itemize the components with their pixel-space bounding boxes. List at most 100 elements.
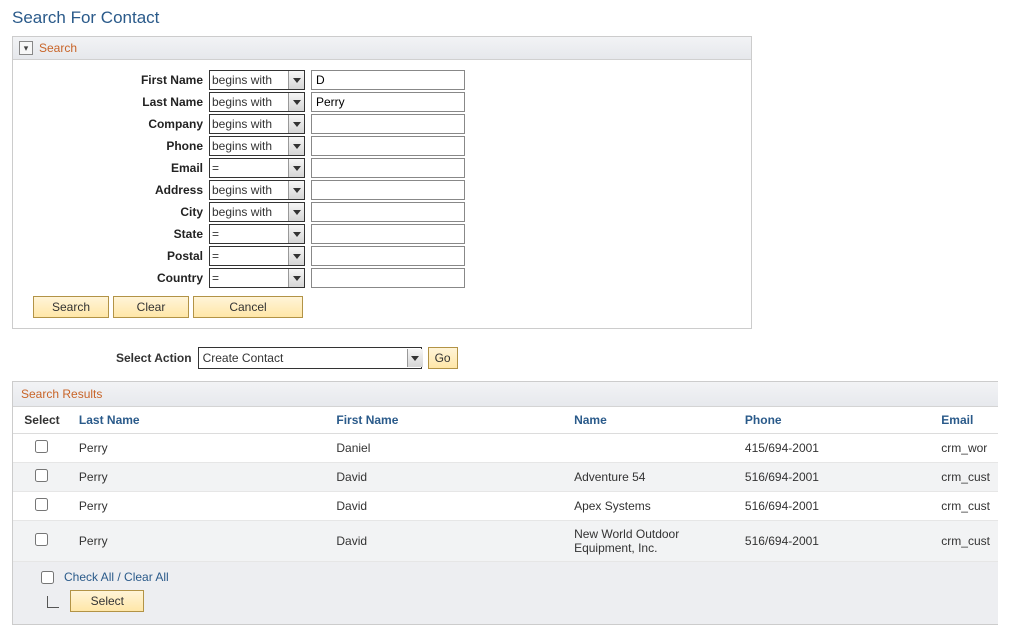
cell-last-name: Perry bbox=[71, 434, 328, 463]
chevron-down-icon bbox=[288, 181, 304, 199]
results-panel: Search Results Select Last Name First Na… bbox=[12, 381, 998, 625]
field-label: Last Name bbox=[13, 95, 209, 109]
operator-select[interactable]: begins with bbox=[209, 114, 305, 134]
operator-value: = bbox=[212, 161, 219, 175]
field-label: First Name bbox=[13, 73, 209, 87]
form-row: Companybegins with bbox=[13, 114, 751, 134]
operator-value: = bbox=[212, 227, 219, 241]
search-button[interactable]: Search bbox=[33, 296, 109, 318]
cell-phone: 516/694-2001 bbox=[737, 492, 933, 521]
form-row: Email= bbox=[13, 158, 751, 178]
form-row: State= bbox=[13, 224, 751, 244]
field-label: Email bbox=[13, 161, 209, 175]
row-checkbox[interactable] bbox=[35, 498, 48, 511]
operator-select[interactable]: = bbox=[209, 158, 305, 178]
value-input[interactable] bbox=[311, 224, 465, 244]
field-label: State bbox=[13, 227, 209, 241]
operator-value: = bbox=[212, 249, 219, 263]
search-panel-title: Search bbox=[39, 41, 77, 55]
operator-value: = bbox=[212, 271, 219, 285]
cell-last-name: Perry bbox=[71, 463, 328, 492]
value-input[interactable] bbox=[311, 70, 465, 90]
chevron-down-icon bbox=[407, 349, 423, 367]
operator-value: begins with bbox=[212, 95, 272, 109]
cell-name: New World Outdoor Equipment, Inc. bbox=[566, 521, 737, 562]
form-row: Phonebegins with bbox=[13, 136, 751, 156]
operator-value: begins with bbox=[212, 73, 272, 87]
field-label: Address bbox=[13, 183, 209, 197]
value-input[interactable] bbox=[311, 202, 465, 222]
value-input[interactable] bbox=[311, 158, 465, 178]
operator-value: begins with bbox=[212, 183, 272, 197]
operator-select[interactable]: begins with bbox=[209, 92, 305, 112]
table-row: PerryDavidAdventure 54516/694-2001crm_cu… bbox=[13, 463, 998, 492]
form-row: Last Namebegins with bbox=[13, 92, 751, 112]
operator-value: begins with bbox=[212, 139, 272, 153]
row-checkbox[interactable] bbox=[35, 440, 48, 453]
select-action-label: Select Action bbox=[116, 351, 192, 365]
go-button[interactable]: Go bbox=[428, 347, 458, 369]
col-last-name[interactable]: Last Name bbox=[71, 407, 328, 434]
chevron-down-icon bbox=[288, 93, 304, 111]
table-row: PerryDavidNew World Outdoor Equipment, I… bbox=[13, 521, 998, 562]
chevron-down-icon bbox=[288, 203, 304, 221]
clear-button[interactable]: Clear bbox=[113, 296, 189, 318]
field-label: Company bbox=[13, 117, 209, 131]
operator-select[interactable]: begins with bbox=[209, 136, 305, 156]
col-first-name[interactable]: First Name bbox=[328, 407, 566, 434]
col-phone[interactable]: Phone bbox=[737, 407, 933, 434]
check-all-link[interactable]: Check All / Clear All bbox=[64, 570, 169, 584]
col-email[interactable]: Email bbox=[933, 407, 998, 434]
operator-value: begins with bbox=[212, 205, 272, 219]
value-input[interactable] bbox=[311, 136, 465, 156]
cell-first-name: David bbox=[328, 521, 566, 562]
operator-select[interactable]: = bbox=[209, 224, 305, 244]
value-input[interactable] bbox=[311, 114, 465, 134]
operator-select[interactable]: begins with bbox=[209, 70, 305, 90]
page-title: Search For Contact bbox=[12, 8, 998, 28]
row-checkbox[interactable] bbox=[35, 469, 48, 482]
col-name[interactable]: Name bbox=[566, 407, 737, 434]
cell-name: Adventure 54 bbox=[566, 463, 737, 492]
form-row: Addressbegins with bbox=[13, 180, 751, 200]
operator-select[interactable]: = bbox=[209, 268, 305, 288]
cell-last-name: Perry bbox=[71, 492, 328, 521]
form-row: Postal= bbox=[13, 246, 751, 266]
cell-name: Apex Systems bbox=[566, 492, 737, 521]
chevron-down-icon bbox=[288, 225, 304, 243]
value-input[interactable] bbox=[311, 92, 465, 112]
col-select: Select bbox=[13, 407, 71, 434]
chevron-down-icon bbox=[288, 159, 304, 177]
operator-select[interactable]: begins with bbox=[209, 180, 305, 200]
collapse-icon[interactable]: ▾ bbox=[19, 41, 33, 55]
select-action-dropdown[interactable]: Create Contact bbox=[198, 347, 422, 369]
select-button[interactable]: Select bbox=[70, 590, 144, 612]
value-input[interactable] bbox=[311, 268, 465, 288]
field-label: Phone bbox=[13, 139, 209, 153]
operator-select[interactable]: begins with bbox=[209, 202, 305, 222]
chevron-down-icon bbox=[288, 137, 304, 155]
row-checkbox[interactable] bbox=[35, 533, 48, 546]
corner-icon bbox=[47, 596, 59, 608]
form-row: Citybegins with bbox=[13, 202, 751, 222]
operator-value: begins with bbox=[212, 117, 272, 131]
cancel-button[interactable]: Cancel bbox=[193, 296, 303, 318]
results-table: Select Last Name First Name Name Phone E… bbox=[13, 407, 998, 562]
chevron-down-icon bbox=[288, 247, 304, 265]
cell-name bbox=[566, 434, 737, 463]
cell-first-name: David bbox=[328, 492, 566, 521]
chevron-down-icon bbox=[288, 71, 304, 89]
field-label: City bbox=[13, 205, 209, 219]
cell-email: crm_wor bbox=[933, 434, 998, 463]
check-all-checkbox[interactable] bbox=[41, 571, 54, 584]
value-input[interactable] bbox=[311, 180, 465, 200]
operator-select[interactable]: = bbox=[209, 246, 305, 266]
select-action-value: Create Contact bbox=[203, 351, 284, 365]
cell-last-name: Perry bbox=[71, 521, 328, 562]
table-row: PerryDavidApex Systems516/694-2001crm_cu… bbox=[13, 492, 998, 521]
table-row: PerryDaniel415/694-2001crm_wor bbox=[13, 434, 998, 463]
value-input[interactable] bbox=[311, 246, 465, 266]
search-panel: ▾ Search First Namebegins withLast Nameb… bbox=[12, 36, 752, 329]
form-row: First Namebegins with bbox=[13, 70, 751, 90]
cell-phone: 516/694-2001 bbox=[737, 463, 933, 492]
